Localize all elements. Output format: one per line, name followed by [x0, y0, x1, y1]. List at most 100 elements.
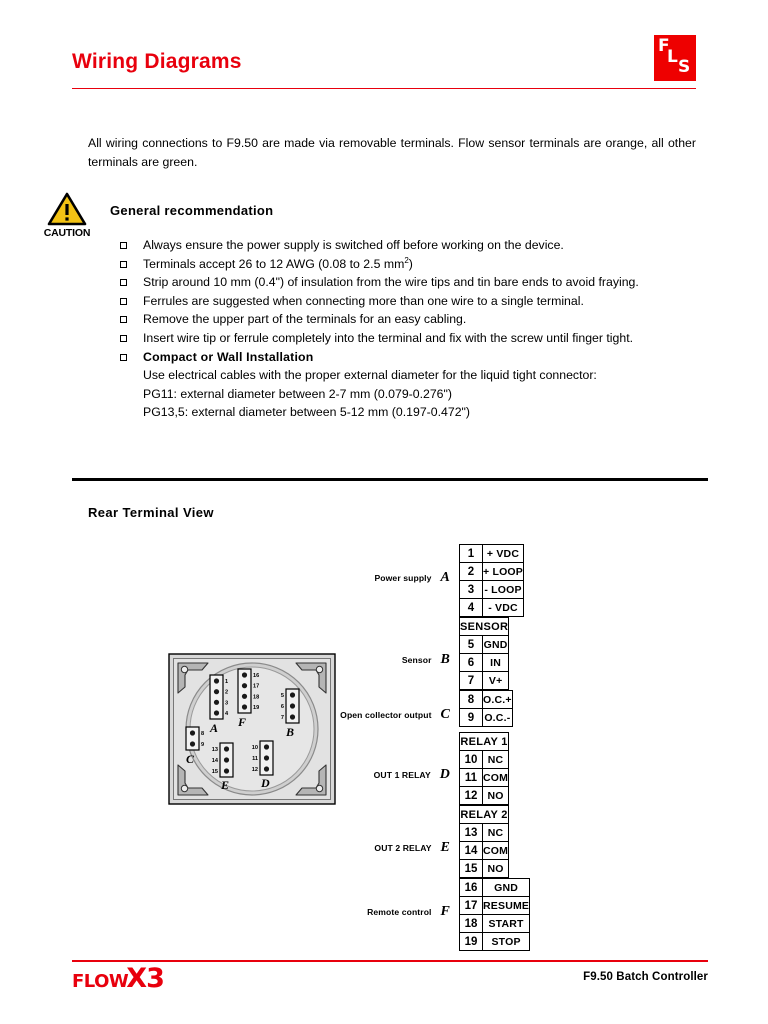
- terminal-letter: C: [440, 707, 450, 722]
- terminal-label: + VDC: [486, 547, 520, 560]
- terminal-caption-e: OUT 2 RELAY E: [374, 840, 450, 856]
- terminal-number: 9: [460, 709, 483, 726]
- terminal-label: O.C.+: [483, 693, 512, 706]
- list-item: Always ensure the power supply is switch…: [117, 236, 697, 255]
- svg-text:13: 13: [212, 747, 218, 753]
- table-row: 12 NO: [459, 787, 510, 805]
- terminal-label: - VDC: [488, 601, 518, 614]
- list-item-text: Terminals accept 26 to 12 AWG (0.08 to 2…: [143, 256, 405, 271]
- terminal-letter: D: [439, 767, 450, 782]
- table-row: 14 COM: [459, 842, 510, 860]
- terminal-label: NO: [487, 789, 504, 802]
- terminal-caption-f: Remote control F: [367, 904, 450, 920]
- terminal-caption-a: Power supply A: [374, 570, 450, 586]
- bullet-square-icon: [120, 260, 127, 268]
- terminal-caption-text: Remote control: [367, 907, 432, 917]
- terminal-caption-text: OUT 2 RELAY: [374, 843, 432, 853]
- table-row: 1 + VDC: [459, 544, 525, 563]
- svg-text:E: E: [220, 778, 229, 792]
- svg-text:D: D: [260, 776, 270, 790]
- install-pg135-text: PG13,5: external diameter between 5-12 m…: [143, 405, 470, 420]
- terminal-label: + LOOP: [483, 565, 524, 578]
- table-row: 17 RESUME: [459, 897, 531, 915]
- terminal-number: 3: [460, 581, 483, 598]
- terminal-label: NC: [487, 826, 504, 839]
- terminal-caption-text: OUT 1 RELAY: [373, 770, 431, 780]
- table-row: 8 O.C.+: [459, 690, 513, 709]
- terminal-group-f: 16 GND 17 RESUME 18 START 19 STOP: [459, 878, 531, 951]
- flowx3-logo-x3: X3: [126, 963, 165, 994]
- table-header-row: RELAY 1: [459, 732, 510, 751]
- terminal-caption-d: OUT 1 RELAY D: [374, 767, 450, 783]
- install-pg135-row: PG13,5: external diameter between 5-12 m…: [117, 403, 697, 422]
- bullet-square-icon: [120, 316, 127, 324]
- bullet-square-icon: [120, 279, 127, 287]
- fls-logo: F L S: [654, 35, 696, 81]
- terminal-number: 5: [460, 636, 483, 653]
- terminal-number: 6: [460, 654, 483, 671]
- rear-terminal-view-heading: Rear Terminal View: [88, 505, 214, 520]
- fls-logo-letter-s: S: [678, 57, 691, 77]
- table-row: 19 STOP: [459, 933, 531, 951]
- terminal-number: 13: [460, 824, 483, 841]
- svg-text:18: 18: [253, 694, 259, 700]
- terminal-number: 14: [460, 842, 483, 859]
- caution-label: CAUTION: [43, 227, 91, 239]
- general-recommendation-heading: General recommendation: [110, 203, 274, 218]
- svg-text:2: 2: [225, 690, 228, 696]
- terminal-label: COM: [483, 771, 509, 784]
- terminal-group-a: 1 + VDC 2 + LOOP 3 - LOOP 4 - VDC: [459, 544, 525, 617]
- terminal-group-header: SENSOR: [460, 620, 509, 633]
- terminal-label: STOP: [491, 935, 521, 948]
- terminal-number: 11: [460, 769, 483, 786]
- svg-text:C: C: [186, 752, 195, 766]
- table-row: 6 IN: [459, 654, 510, 672]
- caution-block: CAUTION: [40, 192, 94, 239]
- terminal-number: 16: [460, 879, 483, 896]
- terminal-letter: B: [440, 652, 450, 667]
- svg-text:10: 10: [252, 745, 258, 751]
- table-row: 18 START: [459, 915, 531, 933]
- install-body-row: Use electrical cables with the proper ex…: [117, 366, 697, 385]
- terminal-number: 7: [460, 672, 483, 689]
- svg-text:16: 16: [253, 673, 259, 679]
- terminal-label: COM: [483, 844, 509, 857]
- list-item: Terminals accept 26 to 12 AWG (0.08 to 2…: [117, 255, 697, 274]
- terminal-number: 4: [460, 599, 483, 616]
- table-row: 11 COM: [459, 769, 510, 787]
- terminal-number: 17: [460, 897, 483, 914]
- table-row: 7 V+: [459, 672, 510, 690]
- terminal-letter: F: [440, 904, 450, 919]
- page-header: Wiring Diagrams F L S: [72, 35, 696, 92]
- terminal-label: NO: [487, 862, 504, 875]
- svg-text:B: B: [285, 725, 294, 739]
- bullet-square-icon: [120, 242, 127, 249]
- svg-text:14: 14: [212, 758, 219, 764]
- recommendation-list: Always ensure the power supply is switch…: [117, 236, 697, 422]
- table-header-row: SENSOR: [459, 617, 510, 636]
- table-header-row: RELAY 2: [459, 805, 510, 824]
- table-row: 13 NC: [459, 824, 510, 842]
- terminal-group-c: 8 O.C.+ 9 O.C.-: [459, 690, 513, 727]
- footer-product-name: F9.50 Batch Controller: [583, 971, 708, 983]
- list-item-text-after: ): [408, 256, 413, 271]
- svg-text:8: 8: [201, 731, 204, 737]
- terminal-group-b: SENSOR 5 GND 6 IN 7 V+: [459, 617, 510, 690]
- terminal-caption-text: Sensor: [401, 655, 432, 665]
- terminal-group-e: RELAY 2 13 NC 14 COM 15 NO: [459, 805, 510, 878]
- table-row: 5 GND: [459, 636, 510, 654]
- table-row: 9 O.C.-: [459, 709, 513, 727]
- rear-terminal-view-diagram: 12 34 A 16 17 18 19 F 567 B 8 9 C 13 14 …: [168, 653, 336, 805]
- svg-text:12: 12: [252, 767, 258, 773]
- svg-text:11: 11: [252, 756, 258, 762]
- terminal-number: 8: [460, 691, 483, 708]
- terminal-group-header: RELAY 2: [460, 808, 508, 821]
- terminal-group-header: RELAY 1: [460, 735, 508, 748]
- install-pg11-text: PG11: external diameter between 2-7 mm (…: [143, 386, 452, 401]
- terminal-label: GND: [494, 881, 519, 894]
- svg-text:1: 1: [225, 679, 228, 685]
- header-divider: [72, 87, 696, 89]
- svg-text:6: 6: [281, 704, 284, 710]
- terminal-number: 1: [460, 545, 483, 562]
- terminal-number: 15: [460, 860, 483, 877]
